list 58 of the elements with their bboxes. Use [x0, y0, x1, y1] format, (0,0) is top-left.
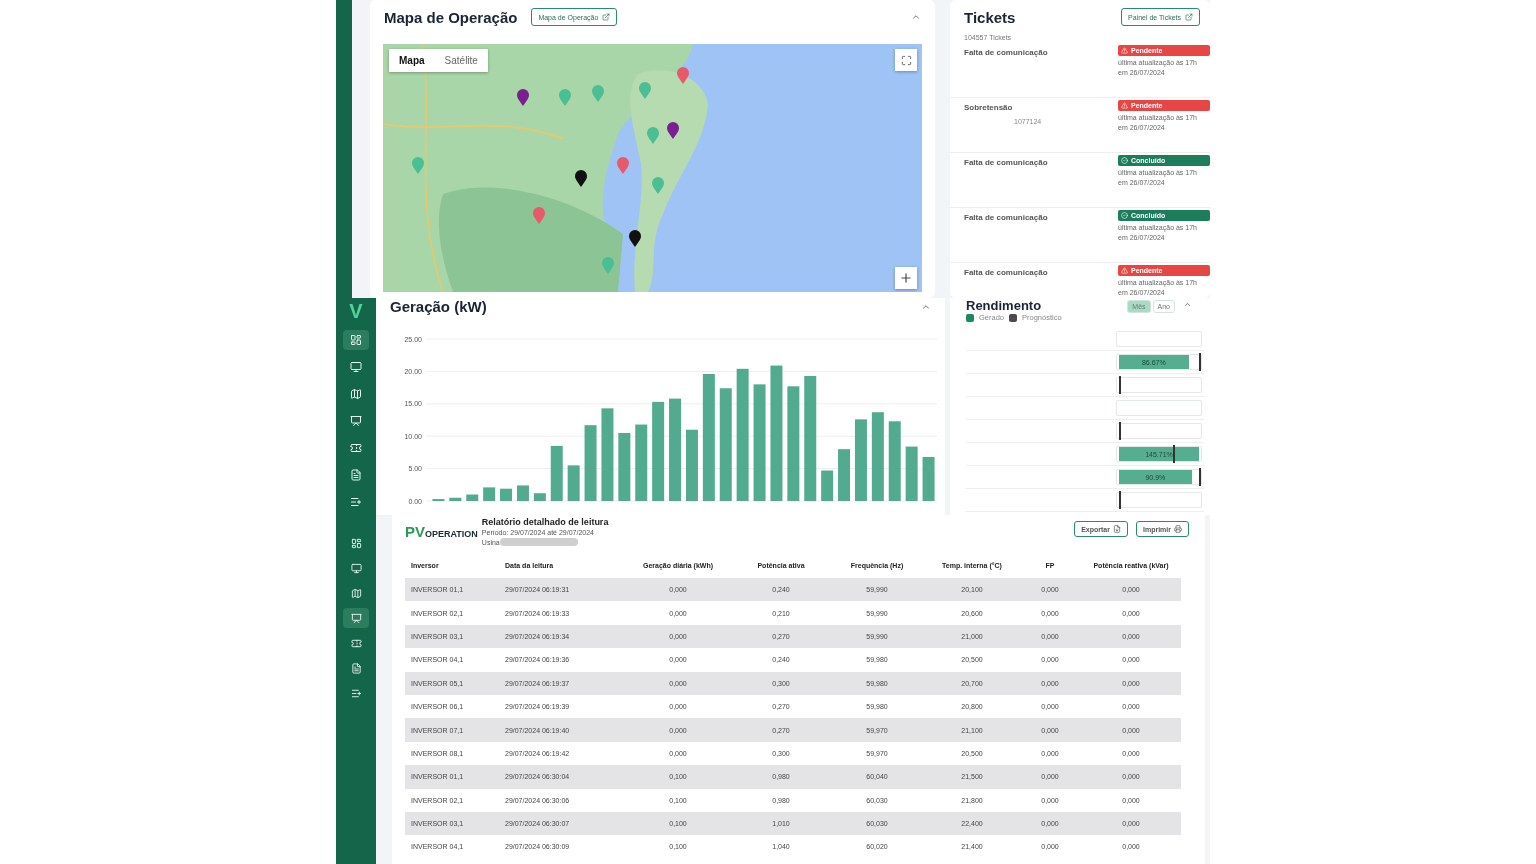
- map-type-tab[interactable]: Mapa: [389, 49, 435, 72]
- bar: [821, 470, 834, 501]
- monitor-icon: [350, 562, 362, 574]
- bar: [685, 429, 698, 501]
- monitor-icon: [350, 361, 362, 373]
- bar: [533, 493, 546, 501]
- external-link-icon: [602, 13, 611, 21]
- nav-button[interactable]: [343, 608, 369, 628]
- ticket-title: Falta de comunicação: [964, 268, 1049, 277]
- warning-icon: [1121, 267, 1128, 274]
- file-icon: [350, 662, 362, 674]
- presentation-icon: [350, 415, 362, 427]
- file-icon: [350, 469, 362, 481]
- bar: [500, 488, 513, 501]
- ticket-title: Sobretensão: [964, 103, 1014, 112]
- bar: [905, 446, 918, 501]
- check-circle-icon: [1121, 212, 1128, 219]
- ticket-title: Falta de comunicação: [964, 158, 1049, 167]
- ticket-icon: [350, 442, 362, 454]
- printer-icon: [1174, 525, 1182, 533]
- fullscreen-button[interactable]: [895, 49, 917, 71]
- card-title: Mapa de Operação: [384, 8, 518, 26]
- check-circle-icon: [1121, 157, 1128, 164]
- app-logo: V: [349, 300, 363, 323]
- bar: [838, 449, 851, 501]
- dashboard-icon: [350, 334, 362, 346]
- warning-icon: [1121, 102, 1128, 109]
- plus-icon: [899, 271, 913, 285]
- card-title: Tickets: [964, 8, 1016, 26]
- file-icon: [1113, 525, 1121, 533]
- warning-icon: [1121, 47, 1128, 54]
- card-title: Geração (kW): [390, 298, 487, 315]
- card-title: Rendimento: [966, 298, 1042, 313]
- bar: [466, 494, 479, 501]
- map-type-tab[interactable]: Satélite: [434, 49, 488, 72]
- map-icon: [350, 388, 362, 400]
- bar: [922, 456, 935, 501]
- nav-button[interactable]: [343, 330, 369, 350]
- zoom-in-button[interactable]: [895, 267, 917, 289]
- list-plus-icon: [350, 496, 362, 508]
- bar: [483, 487, 496, 501]
- bar: [618, 432, 631, 501]
- presentation-icon: [350, 612, 362, 624]
- bar: [516, 485, 529, 501]
- fullscreen-icon: [900, 54, 912, 66]
- dashboard-icon: [350, 537, 362, 549]
- brand-logo: PVOPERATION: [405, 523, 478, 540]
- bar: [550, 445, 563, 501]
- external-link-icon: [1185, 13, 1193, 21]
- bar: [449, 497, 462, 501]
- report-title: Relatório detalhado de leitura: [481, 517, 609, 527]
- collapse-icon[interactable]: [911, 12, 921, 22]
- ticket-title: Falta de comunicação: [964, 48, 1049, 57]
- list-plus-icon: [350, 687, 362, 699]
- map-icon: [350, 587, 362, 599]
- ticket-title: Falta de comunicação: [964, 213, 1049, 222]
- bar: [567, 465, 580, 501]
- ticket-icon: [350, 637, 362, 649]
